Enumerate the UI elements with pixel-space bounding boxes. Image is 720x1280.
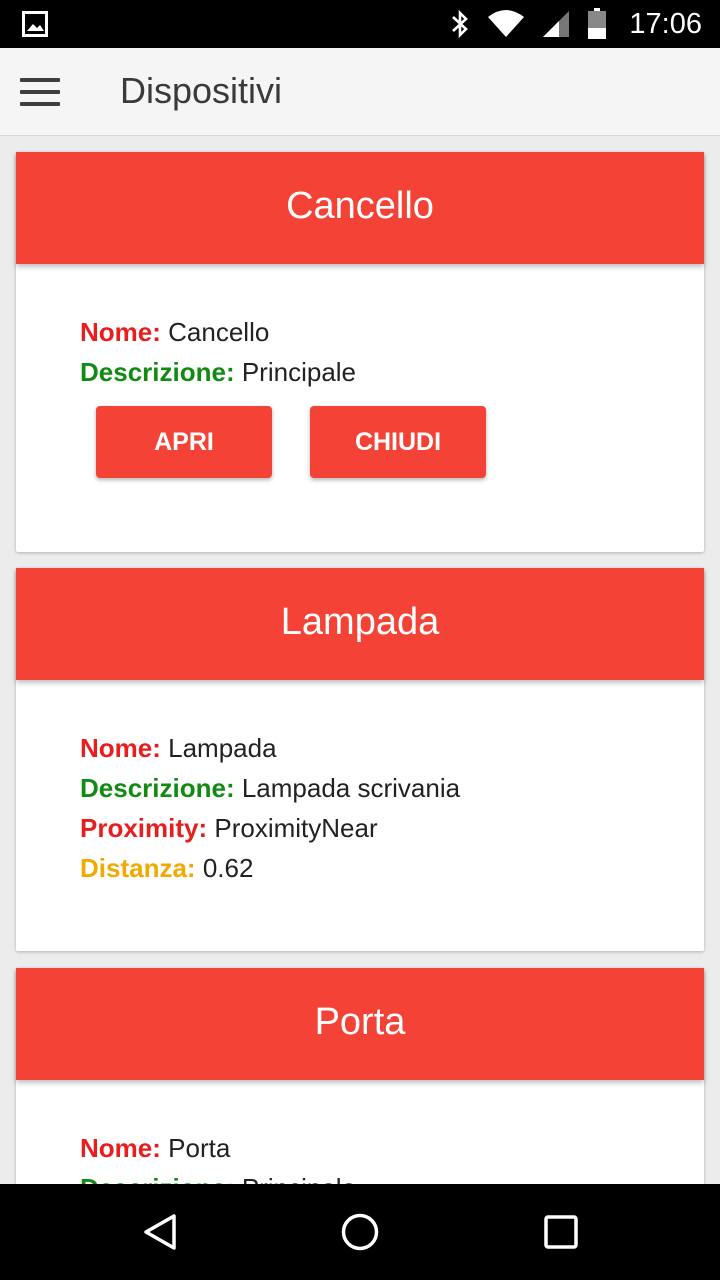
- bluetooth-icon: [452, 9, 469, 39]
- card-title: Porta: [16, 968, 704, 1080]
- app-bar: Dispositivi: [0, 48, 720, 136]
- device-list[interactable]: Cancello Nome: Cancello Descrizione: Pri…: [0, 136, 720, 1184]
- field-row: Distanza: 0.62: [80, 848, 704, 888]
- card-title: Cancello: [16, 152, 704, 264]
- field-row: Nome: Cancello: [80, 312, 704, 352]
- field-row: Nome: Lampada: [80, 728, 704, 768]
- battery-icon: [588, 8, 607, 39]
- field-label: Nome:: [80, 733, 161, 763]
- field-value: Lampada: [168, 733, 277, 763]
- device-card-cancello: Cancello Nome: Cancello Descrizione: Pri…: [16, 152, 704, 552]
- field-label: Descrizione:: [80, 773, 235, 803]
- field-value: ProximityNear: [214, 813, 378, 843]
- back-icon[interactable]: [140, 1212, 180, 1252]
- field-value: Principale: [242, 1173, 356, 1184]
- status-bar: 17:06: [0, 0, 720, 48]
- field-value: Principale: [241, 357, 357, 387]
- field-label: Proximity:: [80, 813, 208, 843]
- home-icon[interactable]: [340, 1212, 380, 1252]
- field-label: Descrizione:: [80, 357, 235, 387]
- device-card-lampada: Lampada Nome: Lampada Descrizione: Lampa…: [16, 568, 704, 951]
- device-card-porta: Porta Nome: Porta Descrizione: Principal…: [16, 968, 704, 1184]
- recents-icon[interactable]: [541, 1212, 581, 1252]
- field-value: Cancello: [168, 317, 270, 347]
- open-button[interactable]: APRI: [96, 406, 272, 478]
- image-icon: [22, 11, 48, 37]
- field-value: Lampada scrivania: [241, 773, 461, 803]
- field-label: Nome:: [80, 317, 161, 347]
- field-row: Nome: Porta: [80, 1128, 704, 1168]
- field-row: Descrizione: Principale: [80, 352, 704, 392]
- field-value: 0.62: [202, 853, 254, 883]
- field-label: Distanza:: [80, 853, 196, 883]
- card-title: Lampada: [16, 568, 704, 680]
- field-row: Proximity: ProximityNear: [80, 808, 704, 848]
- signal-icon: [543, 11, 570, 37]
- field-label: Descrizione:: [80, 1173, 235, 1184]
- menu-icon[interactable]: [20, 78, 60, 106]
- field-row: Descrizione: Principale: [80, 1168, 704, 1184]
- wifi-icon: [488, 10, 525, 37]
- clock: 17:06: [629, 7, 702, 40]
- field-value: Porta: [168, 1133, 231, 1163]
- close-button[interactable]: CHIUDI: [310, 406, 486, 478]
- navigation-bar: [0, 1184, 720, 1280]
- field-row: Descrizione: Lampada scrivania: [80, 768, 704, 808]
- field-label: Nome:: [80, 1133, 161, 1163]
- page-title: Dispositivi: [120, 70, 283, 111]
